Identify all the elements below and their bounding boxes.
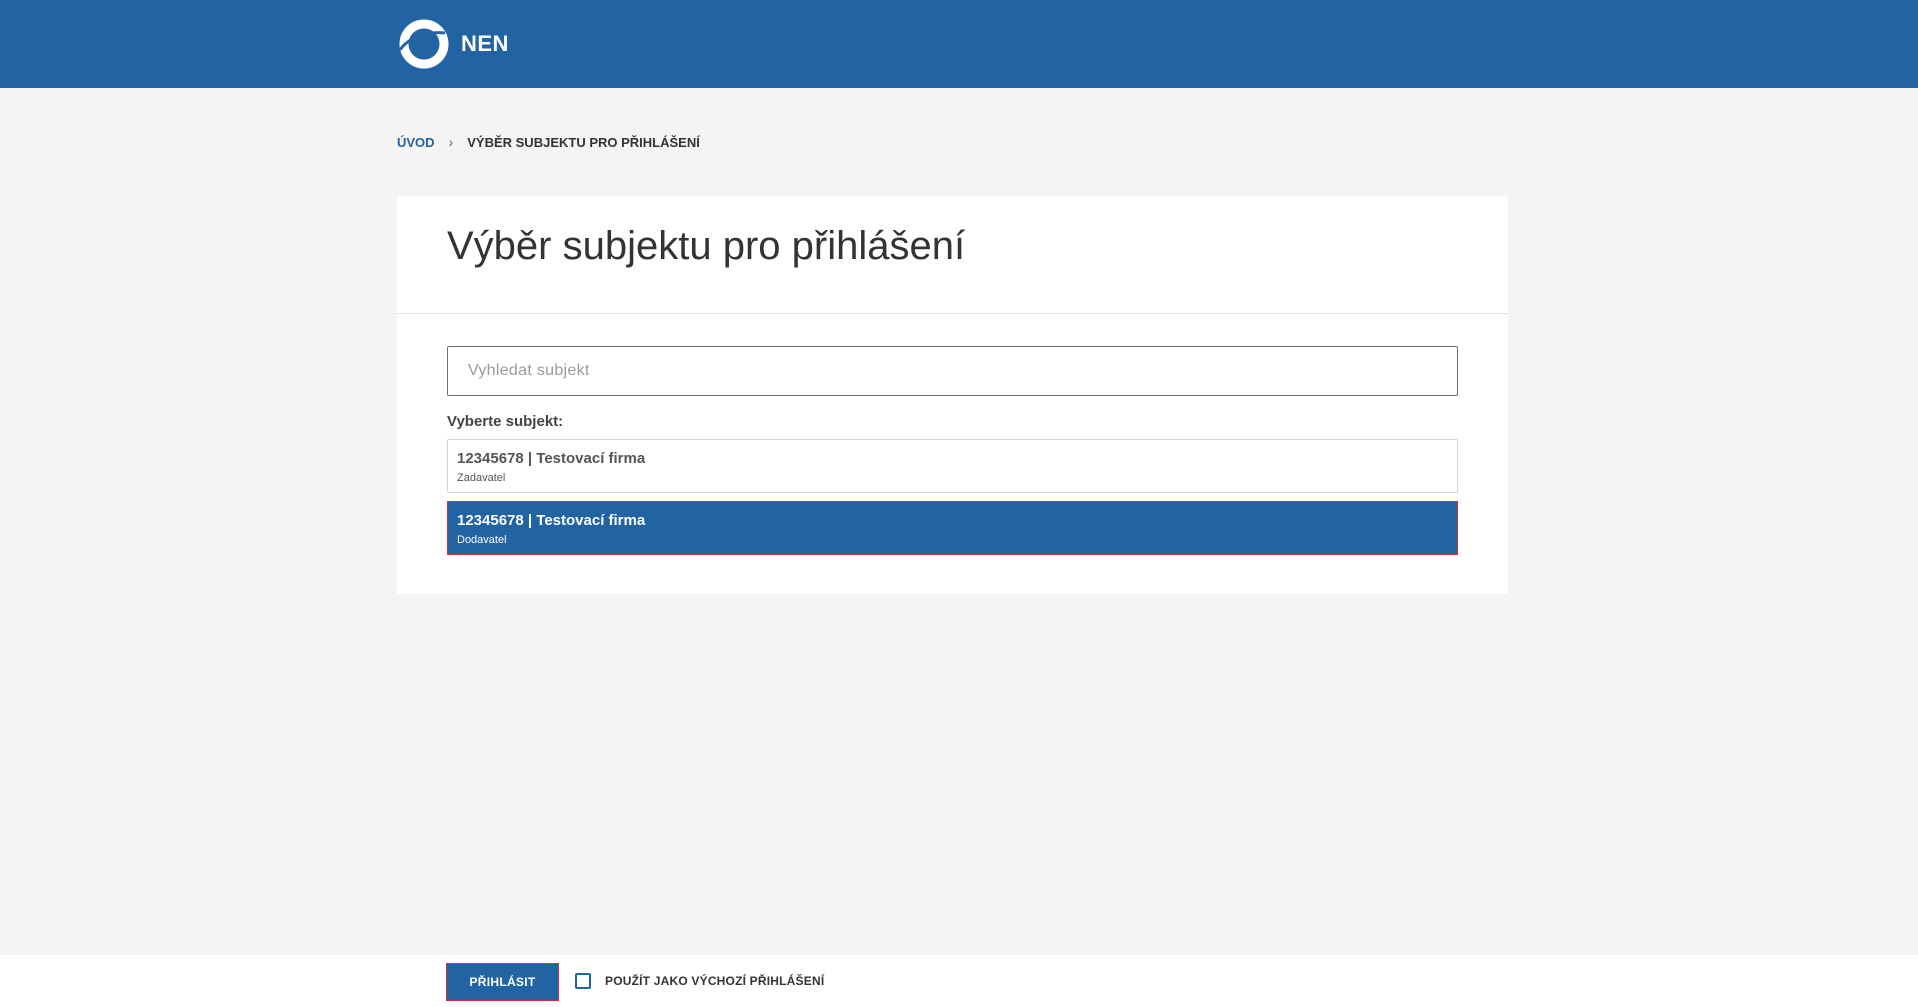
subject-option-dodavatel-selected[interactable]: 12345678 | Testovací firma Dodavatel [447,501,1458,555]
search-input[interactable] [447,346,1458,396]
subject-list-label: Vyberte subjekt: [447,413,564,430]
app-header: NEN [0,0,1918,88]
breadcrumb-home-link[interactable]: ÚVOD [397,135,435,150]
nen-ring-logo-icon [398,19,449,69]
subject-option-zadavatel[interactable]: 12345678 | Testovací firma Zadavatel [447,439,1458,493]
logo-text: NEN [461,31,509,56]
login-button[interactable]: PŘIHLÁSIT [446,963,559,1001]
default-login-checkbox-row[interactable]: POUŽÍT JAKO VÝCHOZÍ PŘIHLÁŠENÍ [575,973,824,989]
action-bar: PŘIHLÁSIT POUŽÍT JAKO VÝCHOZÍ PŘIHLÁŠENÍ [0,955,1918,1007]
subject-name: 12345678 | Testovací firma [457,450,646,467]
breadcrumb: ÚVOD › VÝBĚR SUBJEKTU PRO PŘIHLÁŠENÍ [397,134,700,150]
breadcrumb-separator-icon: › [448,134,454,150]
page-background: NEN ÚVOD › VÝBĚR SUBJEKTU PRO PŘIHLÁŠENÍ… [0,0,1918,955]
subject-role: Zadavatel [457,472,506,484]
viewport: NEN ÚVOD › VÝBĚR SUBJEKTU PRO PŘIHLÁŠENÍ… [0,0,1918,1007]
logo-link[interactable]: NEN [397,17,509,71]
subject-role: Dodavatel [457,534,507,546]
default-login-label: POUŽÍT JAKO VÝCHOZÍ PŘIHLÁŠENÍ [605,974,825,988]
default-login-checkbox[interactable] [575,973,591,989]
card-header: Výběr subjektu pro přihlášení [397,196,1508,314]
subject-name: 12345678 | Testovací firma [457,512,646,529]
subject-selection-card: Výběr subjektu pro přihlášení Vyberte su… [397,196,1508,594]
breadcrumb-current: VÝBĚR SUBJEKTU PRO PŘIHLÁŠENÍ [467,134,700,150]
page-title: Výběr subjektu pro přihlášení [447,224,966,268]
